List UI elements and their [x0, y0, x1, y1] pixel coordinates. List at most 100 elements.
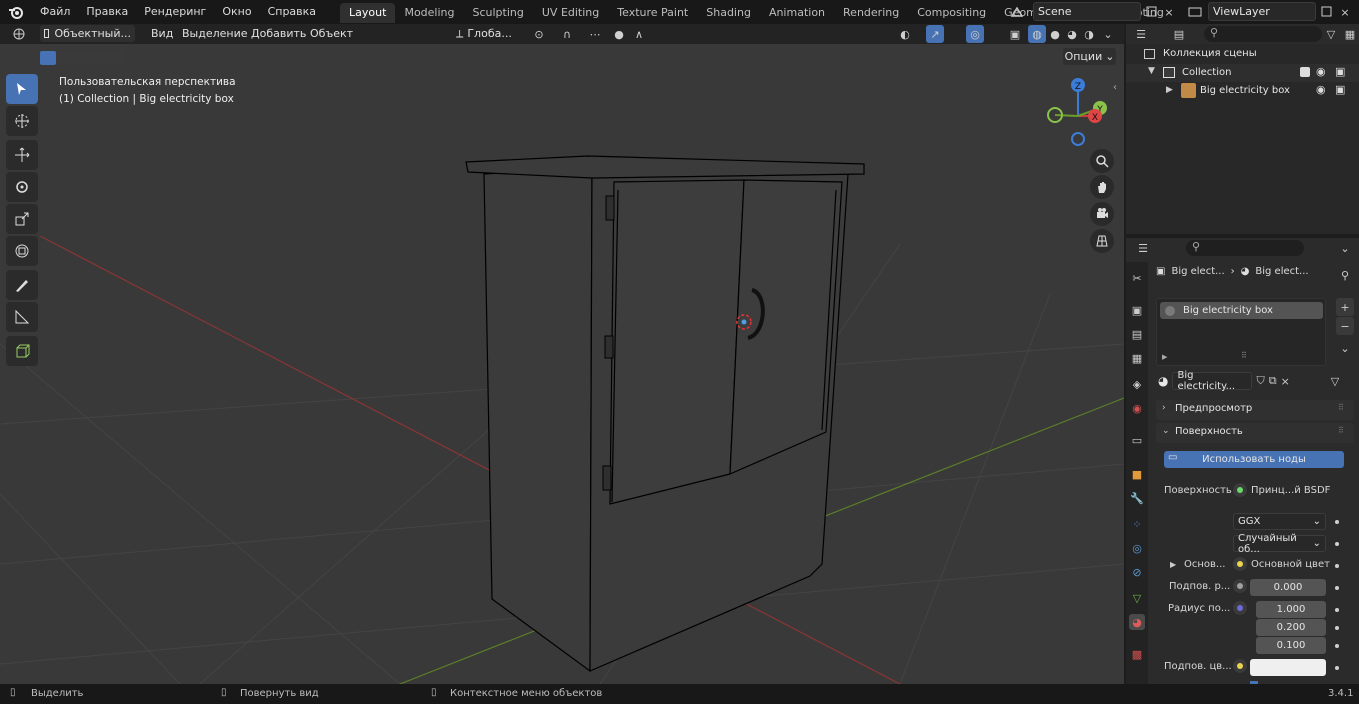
options-button[interactable]: Опции ⌄	[1063, 48, 1116, 65]
move-tool[interactable]	[6, 140, 38, 170]
editor-type-icon[interactable]	[10, 25, 28, 43]
select-subtract-icon[interactable]	[74, 51, 90, 65]
wireframe-shading-icon[interactable]: ◍	[1028, 25, 1046, 43]
radius-y-field[interactable]: 0.200	[1256, 619, 1326, 636]
transform-orientation[interactable]: ⟂ Глоба...	[452, 25, 522, 42]
viewport-menu-view[interactable]: Вид	[151, 27, 173, 40]
render-camera-icon[interactable]: ▣	[1335, 65, 1345, 78]
scene-collection-row[interactable]: Коллекция сцены	[1144, 48, 1257, 59]
eye-icon[interactable]: ◉	[1316, 83, 1326, 96]
world-tab-icon[interactable]: ◉	[1129, 400, 1145, 416]
view-layer-tab-icon[interactable]: ▦	[1129, 350, 1145, 366]
output-tab-icon[interactable]: ▤	[1129, 326, 1145, 342]
menu-render[interactable]: Рендеринг	[136, 1, 214, 23]
blender-logo-icon[interactable]	[0, 0, 32, 24]
tab-rendering[interactable]: Rendering	[834, 3, 908, 23]
unlink-material-icon[interactable]: ×	[1281, 375, 1290, 388]
use-nodes-button[interactable]: ▭ Использовать ноды	[1164, 451, 1344, 468]
material-shading-icon[interactable]: ◕	[1063, 25, 1081, 43]
keyframe-dot[interactable]	[1335, 626, 1339, 630]
delete-view-layer-icon[interactable]: ×	[1336, 3, 1354, 21]
display-mode-icon[interactable]: ▤	[1170, 25, 1188, 43]
proportional-edit-icon[interactable]: ●	[610, 25, 628, 43]
data-tab-icon[interactable]: ▽	[1129, 590, 1145, 606]
radius-socket-icon[interactable]	[1233, 601, 1247, 615]
rotate-tool[interactable]	[6, 172, 38, 202]
view-layer-field[interactable]: ViewLayer	[1208, 2, 1316, 21]
menu-help[interactable]: Справка	[260, 1, 324, 23]
modifier-tab-icon[interactable]: 🔧	[1129, 490, 1145, 506]
tool-tab-icon[interactable]: ✂	[1129, 270, 1145, 286]
filter-icon[interactable]: ▽	[1322, 25, 1340, 43]
surface-socket-icon[interactable]	[1233, 483, 1247, 497]
material-browse-icon[interactable]: ◕	[1158, 374, 1168, 388]
subsurface-field[interactable]: 0.000	[1250, 579, 1326, 596]
keyframe-dot[interactable]	[1335, 520, 1339, 524]
visibility-icon[interactable]: ◐	[896, 25, 914, 43]
preview-section[interactable]: › Предпросмотр ⠿	[1156, 400, 1354, 420]
remove-slot-icon[interactable]: −	[1336, 317, 1354, 335]
material-slot-list[interactable]: Big electricity box ▶ ⠿	[1156, 298, 1326, 366]
new-scene-icon[interactable]	[1143, 3, 1161, 21]
annotate-tool[interactable]	[6, 270, 38, 300]
surface-section[interactable]: ⌄ Поверхность ⠿	[1156, 423, 1354, 443]
particles-tab-icon[interactable]: ⁘	[1129, 516, 1145, 532]
snap-target-icon[interactable]: ⋯	[586, 25, 604, 43]
add-slot-icon[interactable]: +	[1336, 298, 1354, 316]
keyframe-dot[interactable]	[1335, 542, 1339, 546]
solid-shading-icon[interactable]: ●	[1046, 25, 1064, 43]
expand-arrow-icon[interactable]: ▼	[1148, 66, 1155, 76]
navigation-gizmo[interactable]: Z Y X	[1040, 72, 1116, 152]
scale-tool[interactable]	[6, 204, 38, 234]
gizmo-neg-z-icon[interactable]	[1071, 132, 1085, 146]
menu-edit[interactable]: Правка	[78, 1, 136, 23]
object-row[interactable]: ▶ Big electricity box ◉ ▣	[1126, 82, 1359, 100]
tab-animation[interactable]: Animation	[760, 3, 834, 23]
keyframe-dot[interactable]	[1335, 586, 1339, 590]
object-tab-icon[interactable]: ■	[1129, 466, 1145, 482]
rendered-shading-icon[interactable]: ◑	[1080, 25, 1098, 43]
expand-arrow-icon[interactable]: ▶	[1170, 560, 1176, 569]
keyframe-dot[interactable]	[1335, 564, 1339, 568]
scene-selector-icon[interactable]	[1008, 3, 1026, 21]
menu-file[interactable]: Файл	[32, 1, 78, 23]
add-cube-tool[interactable]	[6, 336, 38, 366]
tab-shading[interactable]: Shading	[697, 3, 760, 23]
keyframe-dot[interactable]	[1335, 608, 1339, 612]
viewport-menu-add[interactable]: Добавить	[251, 27, 306, 40]
render-camera-icon[interactable]: ▣	[1335, 83, 1345, 96]
properties-editor-icon[interactable]: ☰	[1134, 239, 1152, 257]
delete-scene-icon[interactable]: ×	[1160, 3, 1178, 21]
snap-icon[interactable]: ∩	[558, 25, 576, 43]
xray-icon[interactable]: ▣	[1006, 25, 1024, 43]
scene-name-field[interactable]: Scene	[1033, 2, 1141, 21]
fake-user-shield-icon[interactable]: ⛉	[1256, 374, 1264, 388]
keyframe-dot[interactable]	[1335, 666, 1339, 670]
menu-window[interactable]: Окно	[214, 1, 259, 23]
outliner-search-input[interactable]: ⚲	[1204, 26, 1322, 42]
material-slot-row[interactable]: Big electricity box	[1160, 302, 1323, 319]
tab-sculpting[interactable]: Sculpting	[464, 3, 533, 23]
surface-shader-value[interactable]: Принц...й BSDF	[1251, 485, 1330, 496]
chevron-down-icon[interactable]: ⌄	[1336, 339, 1354, 357]
properties-search-input[interactable]: ⚲	[1186, 240, 1304, 256]
material-name-field[interactable]: Big electricity...	[1172, 370, 1253, 392]
viewport-menu-object[interactable]: Объект	[310, 27, 353, 40]
subsurface-color-socket-icon[interactable]	[1233, 659, 1247, 673]
expand-arrow-icon[interactable]: ▶	[1166, 85, 1173, 95]
tab-texture-paint[interactable]: Texture Paint	[608, 3, 697, 23]
keyframe-dot[interactable]	[1335, 644, 1339, 648]
measure-tool[interactable]	[6, 302, 38, 332]
exclude-checkbox[interactable]	[1300, 67, 1310, 77]
outliner-editor-icon[interactable]: ☰	[1132, 25, 1150, 43]
resize-handle-icon[interactable]: ⠿	[1241, 351, 1247, 360]
tab-compositing[interactable]: Compositing	[908, 3, 995, 23]
pin-icon[interactable]: ⚲	[1336, 266, 1354, 284]
select-new-icon[interactable]	[40, 51, 56, 65]
3d-viewport[interactable]: Пользовательская перспектива (1) Collect…	[0, 44, 1124, 684]
render-tab-icon[interactable]: ▣	[1129, 302, 1145, 318]
select-extend-icon[interactable]	[57, 51, 73, 65]
pivot-point-icon[interactable]: ⊙	[530, 25, 548, 43]
overlay-toggle-icon[interactable]: ◎	[966, 25, 984, 43]
select-intersect-icon[interactable]	[108, 51, 124, 65]
